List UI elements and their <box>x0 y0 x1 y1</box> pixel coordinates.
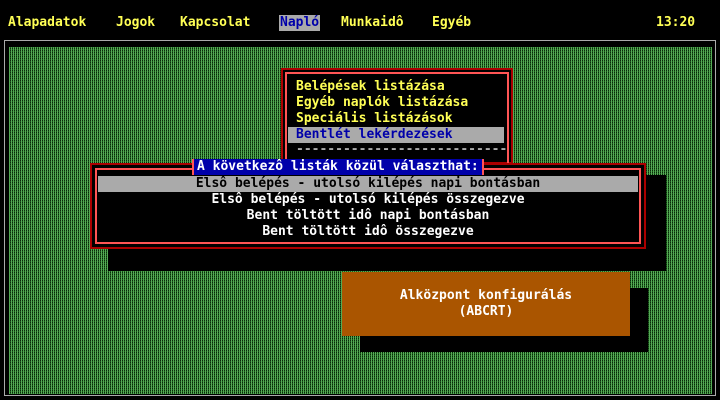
menu-kapcsolat[interactable]: Kapcsolat <box>180 15 250 31</box>
dialog-title: A következô listák közül választhat: <box>192 159 484 175</box>
menu-naplo[interactable]: Napló <box>279 15 321 31</box>
info-line-2: (ABCRT) <box>458 304 514 319</box>
list-option-bent-napi[interactable]: Bent töltött idô napi bontásban <box>98 208 638 224</box>
menu-jogok[interactable]: Jogok <box>116 15 155 31</box>
menu-bar: Alapadatok Jogok Kapcsolat Napló Munkaid… <box>0 0 720 40</box>
info-line-1: Alközpont konfigurálás <box>399 288 573 303</box>
menu-alapadatok[interactable]: Alapadatok <box>8 15 86 31</box>
list-option-bent-osszegezve[interactable]: Bent töltött idô összegezve <box>98 224 638 240</box>
dialog-shadow-bottom <box>108 249 666 271</box>
submenu-item-belepesek[interactable]: Belépések listázása <box>296 79 445 95</box>
submenu-item-specialis[interactable]: Speciális listázások <box>296 111 453 127</box>
list-option-napi-belepes[interactable]: Elsô belépés - utolsó kilépés napi bontá… <box>98 176 638 192</box>
list-option-osszegezve-belepes[interactable]: Elsô belépés - utolsó kilépés összegezve <box>98 192 638 208</box>
info-box: Alközpont konfigurálás (ABCRT) <box>342 272 630 336</box>
submenu-separator: --------------------------- <box>296 142 508 157</box>
submenu-item-bentlet[interactable]: Bentlét lekérdezések <box>288 127 504 143</box>
info-shadow-bottom <box>360 336 648 352</box>
menu-munkaido[interactable]: Munkaidô <box>341 15 404 31</box>
submenu-item-egyeb-naplok[interactable]: Egyéb naplók listázása <box>296 95 468 111</box>
clock: 13:20 <box>656 15 696 30</box>
menu-egyeb[interactable]: Egyéb <box>432 15 471 31</box>
